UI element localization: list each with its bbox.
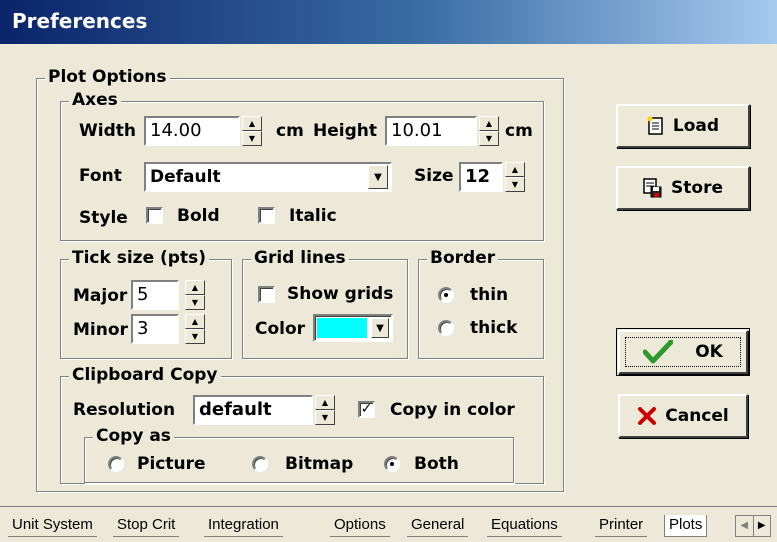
width-unit-label: cm <box>276 121 304 141</box>
ok-button-label: OK <box>695 342 723 362</box>
checkmark-icon <box>643 340 674 364</box>
axes-label: Axes <box>69 90 121 110</box>
tab-bar: Unit System Stop Crit Integration Option… <box>0 506 777 542</box>
copy-as-bitmap-label: Bitmap <box>285 454 354 474</box>
load-button[interactable]: Load <box>616 104 750 148</box>
checkmark-icon: ✓ <box>360 401 373 417</box>
scroll-right-icon[interactable]: ▶ <box>754 516 771 536</box>
minor-input[interactable]: 3 <box>131 314 179 344</box>
spin-up-icon[interactable]: ▲ <box>315 395 335 410</box>
tab-scroll-buttons[interactable]: ◀ ▶ <box>735 515 771 537</box>
clipboard-copy-label: Clipboard Copy <box>69 365 221 385</box>
color-label: Color <box>255 319 306 339</box>
cancel-button[interactable]: Cancel <box>618 394 748 438</box>
tab-stop-crit[interactable]: Stop Crit <box>113 515 180 537</box>
width-label: Width <box>79 121 136 141</box>
border-thin-label: thin <box>470 285 509 305</box>
store-icon <box>643 178 662 198</box>
resolution-label: Resolution <box>73 400 176 420</box>
copy-in-color-label: Copy in color <box>390 400 515 420</box>
chevron-down-icon: ▼ <box>376 322 384 334</box>
spin-up-icon[interactable]: ▲ <box>242 116 262 131</box>
spin-down-icon[interactable]: ▼ <box>505 177 525 192</box>
height-unit-label: cm <box>505 121 533 141</box>
copy-as-label: Copy as <box>93 426 174 446</box>
size-spinner[interactable]: ▲ ▼ <box>505 162 525 192</box>
size-input[interactable]: 12 <box>459 162 503 192</box>
italic-checkbox[interactable] <box>258 207 275 224</box>
spin-down-icon[interactable]: ▼ <box>315 410 335 425</box>
tab-general[interactable]: General <box>407 515 469 537</box>
major-input[interactable]: 5 <box>131 280 179 310</box>
copy-as-picture-radio[interactable] <box>108 456 124 472</box>
tab-equations[interactable]: Equations <box>487 515 562 537</box>
grid-lines-label: Grid lines <box>251 248 349 268</box>
ok-button[interactable]: OK <box>616 328 750 376</box>
font-label: Font <box>79 166 122 186</box>
preferences-window: Preferences Plot Options Axes Width 14.0… <box>0 0 777 542</box>
font-dropdown-button[interactable]: ▼ <box>368 165 388 189</box>
spin-down-icon[interactable]: ▼ <box>242 131 262 146</box>
height-spinner[interactable]: ▲ ▼ <box>479 116 499 146</box>
tab-integration[interactable]: Integration <box>204 515 283 537</box>
tab-printer[interactable]: Printer <box>595 515 648 537</box>
border-thin-radio[interactable] <box>438 287 454 303</box>
show-grids-checkbox[interactable] <box>258 286 275 303</box>
close-icon <box>638 407 657 425</box>
copy-as-both-label: Both <box>414 454 459 474</box>
italic-label: Italic <box>289 206 337 226</box>
resolution-spinner[interactable]: ▲ ▼ <box>315 395 335 425</box>
tab-unit-system[interactable]: Unit System <box>8 515 97 537</box>
spin-up-icon[interactable]: ▲ <box>479 116 499 131</box>
height-input[interactable]: 10.01 <box>385 116 477 146</box>
resolution-input[interactable]: default <box>193 395 313 425</box>
grid-lines-group: Grid lines <box>242 248 408 359</box>
width-spinner[interactable]: ▲ ▼ <box>242 116 262 146</box>
spin-up-icon[interactable]: ▲ <box>505 162 525 177</box>
border-group: Border <box>418 248 544 359</box>
color-swatch <box>317 318 367 338</box>
width-input[interactable]: 14.00 <box>144 116 240 146</box>
tick-size-label: Tick size (pts) <box>69 248 209 268</box>
spin-down-icon[interactable]: ▼ <box>479 131 499 146</box>
major-label: Major <box>73 286 128 306</box>
grid-color-picker[interactable]: ▼ <box>313 314 393 342</box>
scroll-left-icon[interactable]: ◀ <box>736 516 754 536</box>
spin-up-icon[interactable]: ▲ <box>185 280 205 295</box>
copy-as-both-radio[interactable] <box>384 456 400 472</box>
load-icon <box>647 116 663 135</box>
border-label: Border <box>427 248 499 268</box>
load-button-label: Load <box>672 116 720 136</box>
cancel-button-label: Cancel <box>665 406 729 426</box>
plot-options-label: Plot Options <box>45 67 170 87</box>
height-label: Height <box>313 121 377 141</box>
border-thick-label: thick <box>470 318 518 338</box>
minor-spinner[interactable]: ▲ ▼ <box>185 314 205 344</box>
title-bar[interactable]: Preferences <box>0 0 777 44</box>
bold-checkbox[interactable] <box>146 207 163 224</box>
spin-up-icon[interactable]: ▲ <box>185 314 205 329</box>
window-title: Preferences <box>12 9 148 33</box>
copy-as-bitmap-radio[interactable] <box>252 456 268 472</box>
style-label: Style <box>79 208 128 228</box>
size-label: Size <box>414 166 454 186</box>
font-select[interactable]: Default <box>144 162 392 192</box>
spin-down-icon[interactable]: ▼ <box>185 295 205 310</box>
copy-as-picture-label: Picture <box>137 454 206 474</box>
minor-label: Minor <box>73 320 128 340</box>
show-grids-label: Show grids <box>287 284 394 304</box>
color-dropdown-button[interactable]: ▼ <box>371 318 389 338</box>
store-button-label: Store <box>671 178 723 198</box>
store-button[interactable]: Store <box>616 166 750 210</box>
chevron-down-icon: ▼ <box>374 171 382 183</box>
tab-plots[interactable]: Plots <box>664 515 708 537</box>
border-thick-radio[interactable] <box>438 320 454 336</box>
bold-label: Bold <box>177 206 220 226</box>
major-spinner[interactable]: ▲ ▼ <box>185 280 205 310</box>
tab-options[interactable]: Options <box>330 515 390 537</box>
spin-down-icon[interactable]: ▼ <box>185 329 205 344</box>
copy-in-color-checkbox[interactable]: ✓ <box>358 401 375 418</box>
